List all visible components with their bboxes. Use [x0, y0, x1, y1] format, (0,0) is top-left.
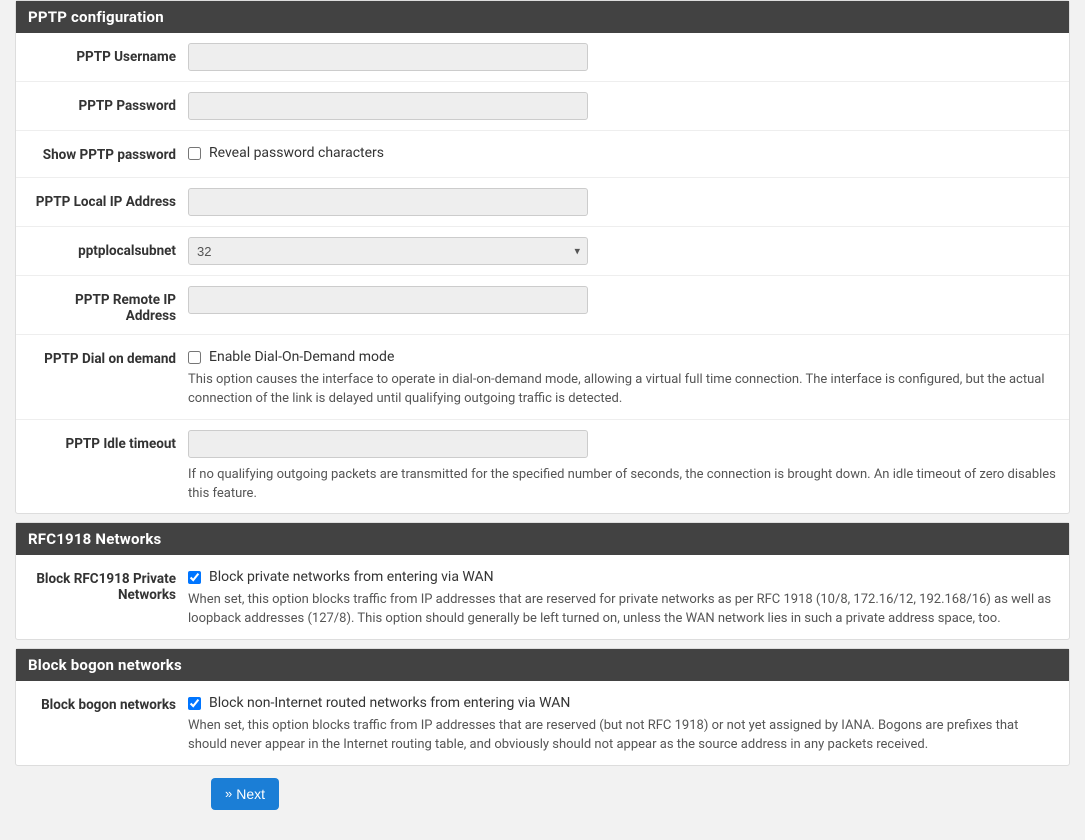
- label-pptp-password: PPTP Password: [28, 92, 188, 114]
- bogon-checkbox-label: Block non-Internet routed networks from …: [209, 695, 570, 711]
- label-bogon-block: Block bogon networks: [28, 691, 188, 713]
- row-pptp-username: PPTP Username: [16, 33, 1069, 82]
- row-pptp-idle: PPTP Idle timeout If no qualifying outgo…: [16, 420, 1069, 514]
- label-pptp-remote-ip: PPTP Remote IP Address: [28, 286, 188, 324]
- show-password-checkbox-label: Reveal password characters: [209, 145, 384, 161]
- rfc1918-checkbox-wrap[interactable]: Block private networks from entering via…: [188, 569, 1057, 585]
- label-pptp-dod: PPTP Dial on demand: [28, 345, 188, 367]
- pptp-username-input[interactable]: [188, 43, 588, 71]
- show-password-checkbox-wrap[interactable]: Reveal password characters: [188, 145, 1057, 161]
- pptp-header: PPTP configuration: [16, 1, 1069, 33]
- pptplocalsubnet-select[interactable]: 32: [188, 237, 588, 265]
- rfc1918-panel: RFC1918 Networks Block RFC1918 Private N…: [15, 522, 1070, 640]
- pptp-local-ip-input[interactable]: [188, 188, 588, 216]
- dod-checkbox-wrap[interactable]: Enable Dial-On-Demand mode: [188, 349, 1057, 365]
- next-button[interactable]: » Next: [211, 778, 279, 810]
- double-chevron-right-icon: »: [225, 787, 228, 800]
- bogon-panel: Block bogon networks Block bogon network…: [15, 648, 1070, 766]
- rfc1918-header: RFC1918 Networks: [16, 523, 1069, 555]
- row-pptp-dod: PPTP Dial on demand Enable Dial-On-Deman…: [16, 335, 1069, 420]
- row-pptp-remote-ip: PPTP Remote IP Address: [16, 276, 1069, 335]
- pptp-panel: PPTP configuration PPTP Username PPTP Pa…: [15, 0, 1070, 514]
- label-rfc1918-block: Block RFC1918 Private Networks: [28, 565, 188, 603]
- row-rfc1918-block: Block RFC1918 Private Networks Block pri…: [16, 555, 1069, 639]
- bogon-checkbox[interactable]: [188, 697, 201, 710]
- pptp-idle-input[interactable]: [188, 430, 588, 458]
- bogon-help-text: When set, this option blocks traffic fro…: [188, 717, 1057, 755]
- row-pptp-password: PPTP Password: [16, 82, 1069, 131]
- dod-checkbox[interactable]: [188, 351, 201, 364]
- next-button-label: Next: [236, 786, 265, 802]
- bogon-checkbox-wrap[interactable]: Block non-Internet routed networks from …: [188, 695, 1057, 711]
- row-pptp-local-ip: PPTP Local IP Address: [16, 178, 1069, 227]
- label-pptp-local-ip: PPTP Local IP Address: [28, 188, 188, 210]
- pptp-remote-ip-input[interactable]: [188, 286, 588, 314]
- label-show-pptp-password: Show PPTP password: [28, 141, 188, 163]
- row-bogon-block: Block bogon networks Block non-Internet …: [16, 681, 1069, 765]
- rfc1918-checkbox[interactable]: [188, 571, 201, 584]
- idle-help-text: If no qualifying outgoing packets are tr…: [188, 466, 1057, 504]
- label-pptplocalsubnet: pptplocalsubnet: [28, 237, 188, 259]
- bogon-header: Block bogon networks: [16, 649, 1069, 681]
- rfc1918-help-text: When set, this option blocks traffic fro…: [188, 591, 1057, 629]
- label-pptp-username: PPTP Username: [28, 43, 188, 65]
- dod-help-text: This option causes the interface to oper…: [188, 371, 1057, 409]
- row-show-pptp-password: Show PPTP password Reveal password chara…: [16, 131, 1069, 178]
- show-password-checkbox[interactable]: [188, 147, 201, 160]
- label-pptp-idle: PPTP Idle timeout: [28, 430, 188, 452]
- row-pptplocalsubnet: pptplocalsubnet 32: [16, 227, 1069, 276]
- dod-checkbox-label: Enable Dial-On-Demand mode: [209, 349, 394, 365]
- pptp-password-input[interactable]: [188, 92, 588, 120]
- rfc1918-checkbox-label: Block private networks from entering via…: [209, 569, 494, 585]
